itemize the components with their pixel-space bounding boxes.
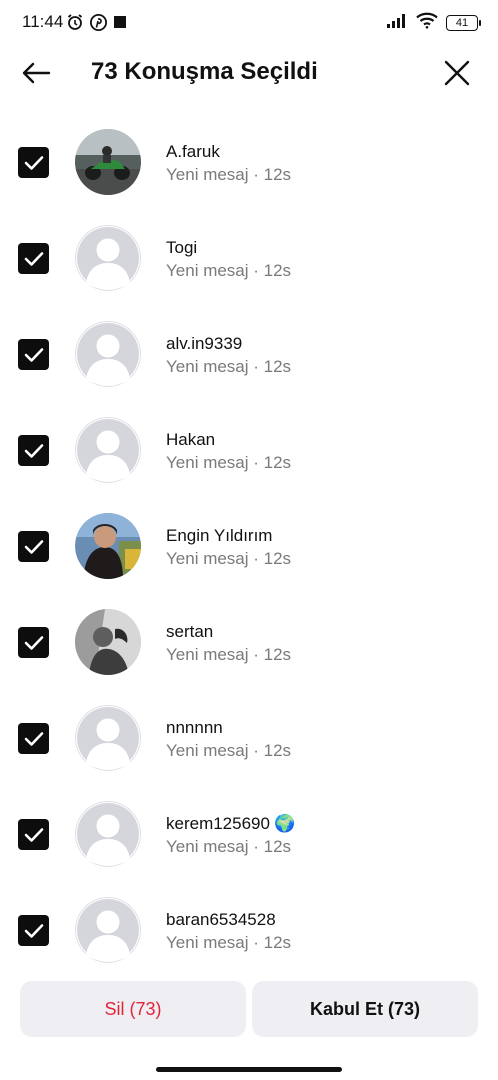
- back-arrow-icon: [22, 62, 51, 84]
- signal-icon: [386, 13, 408, 34]
- checkmark-icon: [24, 347, 43, 362]
- back-button[interactable]: [18, 56, 54, 90]
- conversation-name: sertan: [166, 622, 213, 642]
- conversation-subtitle: Yeni mesaj · 12s: [166, 645, 292, 664]
- home-indicator: [156, 1067, 342, 1072]
- conversation-name: Togi: [166, 238, 197, 258]
- alarm-icon: [66, 13, 84, 36]
- checkmark-icon: [24, 827, 43, 842]
- conversation-name: baran6534528: [166, 910, 276, 930]
- checkbox-checked[interactable]: [18, 243, 49, 274]
- action-bar: Sil (73) Kabul Et (73): [20, 981, 478, 1037]
- conversation-name-text: alv.in9339: [166, 334, 243, 353]
- conversation-name: A.faruk: [166, 142, 220, 162]
- conversation-subtitle: Yeni mesaj · 12s: [166, 165, 292, 184]
- conversation-row[interactable]: baran6534528 Yeni mesaj · 12s: [0, 882, 498, 978]
- conversation-name-text: Engin Yıldırım: [166, 526, 273, 545]
- checkbox-checked[interactable]: [18, 339, 49, 370]
- conversation-row[interactable]: Hakan Yeni mesaj · 12s: [0, 402, 498, 498]
- checkbox-checked[interactable]: [18, 915, 49, 946]
- avatar: [75, 513, 141, 579]
- conversation-subtitle: Yeni mesaj · 12s: [166, 837, 292, 856]
- conversation-name: nnnnnn: [166, 718, 223, 738]
- header: 73 Konuşma Seçildi: [0, 44, 498, 102]
- globe-emoji-icon: 🌍: [273, 814, 296, 833]
- avatar: [75, 897, 141, 963]
- checkmark-icon: [24, 635, 43, 650]
- conversation-row[interactable]: sertan Yeni mesaj · 12s: [0, 594, 498, 690]
- conversation-name-text: kerem125690: [166, 814, 270, 833]
- checkmark-icon: [24, 923, 43, 938]
- avatar: [75, 417, 141, 483]
- checkmark-icon: [24, 251, 43, 266]
- checkbox-checked[interactable]: [18, 723, 49, 754]
- conversation-name-text: A.faruk: [166, 142, 220, 161]
- avatar: [75, 609, 141, 675]
- status-time: 11:44: [22, 12, 64, 31]
- conversation-row[interactable]: Togi Yeni mesaj · 12s: [0, 210, 498, 306]
- checkbox-checked[interactable]: [18, 147, 49, 178]
- conversation-subtitle: Yeni mesaj · 12s: [166, 453, 292, 472]
- checkmark-icon: [24, 155, 43, 170]
- conversation-row[interactable]: Engin Yıldırım Yeni mesaj · 12s: [0, 498, 498, 594]
- conversation-subtitle: Yeni mesaj · 12s: [166, 741, 292, 760]
- accept-button[interactable]: Kabul Et (73): [252, 981, 478, 1037]
- conversation-name-text: nnnnnn: [166, 718, 223, 737]
- page-title: 73 Konuşma Seçildi: [91, 58, 318, 85]
- close-button[interactable]: [440, 56, 474, 90]
- conversation-name: alv.in9339: [166, 334, 242, 354]
- conversation-row[interactable]: alv.in9339 Yeni mesaj · 12s: [0, 306, 498, 402]
- conversation-row[interactable]: nnnnnn Yeni mesaj · 12s: [0, 690, 498, 786]
- pinterest-icon: [90, 13, 107, 36]
- delete-button[interactable]: Sil (73): [20, 981, 246, 1037]
- checkbox-checked[interactable]: [18, 627, 49, 658]
- status-bar: 11:44 41: [0, 0, 498, 44]
- conversation-subtitle: Yeni mesaj · 12s: [166, 933, 292, 952]
- avatar: [75, 705, 141, 771]
- wifi-icon: [416, 12, 438, 34]
- close-icon: [444, 60, 470, 86]
- conversation-list: A.faruk Yeni mesaj · 12s Togi Yeni mesaj · …: [0, 114, 498, 978]
- avatar: [75, 801, 141, 867]
- avatar: [75, 129, 141, 195]
- checkbox-checked[interactable]: [18, 435, 49, 466]
- checkmark-icon: [24, 539, 43, 554]
- square-icon: [113, 15, 127, 34]
- conversation-row[interactable]: kerem125690 🌍 Yeni mesaj · 12s: [0, 786, 498, 882]
- conversation-name-text: Togi: [166, 238, 198, 257]
- battery-icon: 41: [446, 15, 481, 31]
- conversation-subtitle: Yeni mesaj · 12s: [166, 261, 292, 280]
- conversation-name: Engin Yıldırım: [166, 526, 272, 546]
- avatar: [75, 321, 141, 387]
- conversation-subtitle: Yeni mesaj · 12s: [166, 357, 292, 376]
- checkmark-icon: [24, 731, 43, 746]
- conversation-name: kerem125690 🌍: [166, 814, 295, 834]
- conversation-name: Hakan: [166, 430, 215, 450]
- conversation-row[interactable]: A.faruk Yeni mesaj · 12s: [0, 114, 498, 210]
- conversation-name-text: baran6534528: [166, 910, 276, 929]
- checkmark-icon: [24, 443, 43, 458]
- status-icons-left: [66, 13, 127, 36]
- checkbox-checked[interactable]: [18, 819, 49, 850]
- status-icons-right: 41: [386, 12, 481, 34]
- conversation-subtitle: Yeni mesaj · 12s: [166, 549, 292, 568]
- avatar: [75, 225, 141, 291]
- checkbox-checked[interactable]: [18, 531, 49, 562]
- conversation-name-text: Hakan: [166, 430, 216, 449]
- conversation-name-text: sertan: [166, 622, 214, 641]
